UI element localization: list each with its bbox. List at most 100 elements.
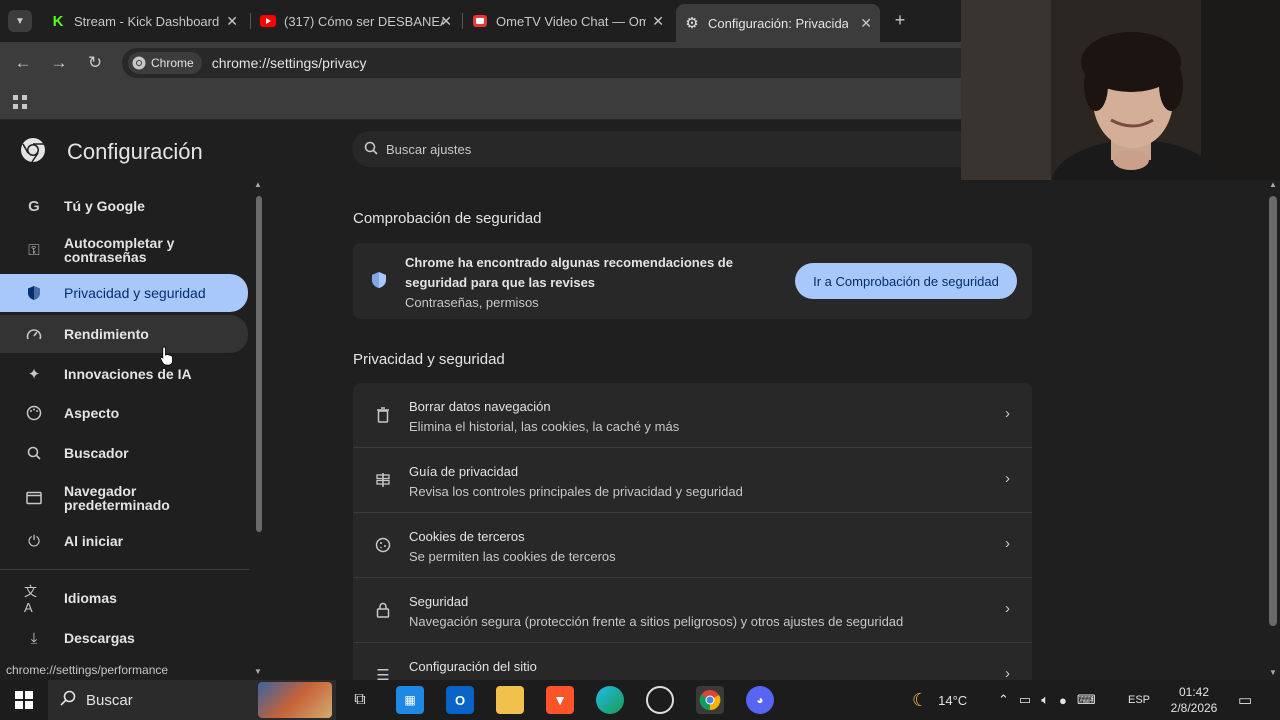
sidebar-item-ai[interactable]: ✦ Innovaciones de IA bbox=[0, 358, 248, 390]
network-icon[interactable]: ▭ bbox=[1019, 692, 1031, 708]
keyboard-icon[interactable]: ⌨ bbox=[1077, 692, 1096, 708]
back-button[interactable]: ← bbox=[12, 52, 34, 74]
microphone-icon[interactable]: ● bbox=[1059, 693, 1067, 708]
safety-check-headline: Chrome ha encontrado algunas recomendaci… bbox=[405, 255, 733, 290]
privacy-row-site-settings[interactable]: ☰ Configuración del sitio › bbox=[353, 643, 1032, 683]
sidebar-item-label: Navegador predeterminado bbox=[64, 483, 170, 513]
tab-kick[interactable]: K Stream - Kick Dashboard ✕ bbox=[42, 6, 246, 36]
chevron-right-icon: › bbox=[1005, 470, 1010, 487]
reload-button[interactable]: ↻ bbox=[84, 52, 106, 74]
search-icon bbox=[60, 690, 76, 710]
chevron-right-icon: › bbox=[1005, 405, 1010, 422]
status-url-bubble: chrome://settings/performance bbox=[0, 660, 175, 680]
search-placeholder: Buscar ajustes bbox=[386, 141, 472, 157]
main-scrollbar[interactable]: ▲ ▼ bbox=[1266, 180, 1280, 680]
chrome-taskbar-icon[interactable] bbox=[696, 686, 724, 714]
key-icon: ⚿ bbox=[28, 241, 40, 259]
sidebar-item-autofill[interactable]: ⚿ Autocompletar y contraseñas bbox=[0, 232, 248, 268]
discord-icon[interactable]: ◕ bbox=[746, 686, 774, 714]
close-icon[interactable]: ✕ bbox=[860, 15, 872, 32]
palette-icon bbox=[24, 403, 44, 423]
brave-icon[interactable]: ▼ bbox=[546, 686, 574, 714]
close-icon[interactable]: ✕ bbox=[226, 13, 238, 30]
sidebar-item-downloads[interactable]: ⤓ Descargas bbox=[0, 622, 248, 654]
safety-check-sub: Contraseñas, permisos bbox=[405, 295, 539, 310]
language-indicator[interactable]: ESP bbox=[1128, 680, 1150, 720]
scroll-up-icon[interactable]: ▲ bbox=[1269, 180, 1277, 189]
file-explorer-icon[interactable] bbox=[496, 686, 524, 714]
speaker-icon[interactable]: 🔈︎ bbox=[1041, 692, 1049, 708]
clock-time: 01:42 bbox=[1178, 685, 1210, 699]
new-tab-button[interactable]: + bbox=[890, 10, 910, 30]
sidebar-item-label: Tú y Google bbox=[64, 198, 145, 214]
scrollbar-thumb[interactable] bbox=[256, 196, 262, 532]
go-to-safety-check-button[interactable]: Ir a Comprobación de seguridad bbox=[795, 263, 1017, 299]
scroll-down-icon[interactable]: ▼ bbox=[254, 667, 262, 676]
row-subtitle: Revisa los controles principales de priv… bbox=[409, 484, 743, 499]
apps-grid-icon[interactable] bbox=[12, 94, 28, 110]
url-text: chrome://settings/privacy bbox=[211, 55, 367, 71]
sidebar-scrollbar[interactable]: ▲ ▼ bbox=[254, 180, 262, 676]
close-icon[interactable]: ✕ bbox=[440, 13, 452, 30]
edge-icon[interactable] bbox=[596, 686, 624, 714]
search-input[interactable]: Buscar ajustes bbox=[352, 131, 1032, 167]
sidebar-item-on-startup[interactable]: ⏻ Al iniciar bbox=[0, 525, 248, 557]
sidebar-item-privacy[interactable]: Privacidad y seguridad bbox=[0, 274, 248, 312]
sidebar-item-languages[interactable]: 文A Idiomas bbox=[0, 582, 248, 615]
chevron-up-icon[interactable]: ⌃ bbox=[998, 692, 1009, 708]
tab-title: (317) Cómo ser DESBANEADO bbox=[284, 13, 444, 29]
row-subtitle: Elimina el historial, las cookies, la ca… bbox=[409, 419, 680, 434]
row-title: Seguridad bbox=[409, 594, 469, 609]
scroll-down-icon[interactable]: ▼ bbox=[1269, 668, 1277, 677]
sidebar-item-label: Autocompletar y contraseñas bbox=[64, 235, 175, 265]
notifications-icon[interactable]: ▭ bbox=[1238, 680, 1252, 720]
taskbar-search[interactable]: Buscar bbox=[48, 680, 336, 720]
back-arrow-icon: ← bbox=[14, 53, 32, 72]
privacy-row-clear-data[interactable]: Borrar datos navegación Elimina el histo… bbox=[353, 383, 1032, 448]
sidebar-item-performance[interactable]: Rendimiento bbox=[0, 315, 248, 353]
obs-icon[interactable] bbox=[646, 686, 674, 714]
sidebar-item-label: Privacidad y seguridad bbox=[64, 285, 206, 301]
tab-title: OmeTV Video Chat — Omegle bbox=[496, 13, 646, 29]
privacy-row-third-party-cookies[interactable]: Cookies de terceros Se permiten las cook… bbox=[353, 513, 1032, 578]
row-subtitle: Se permiten las cookies de terceros bbox=[409, 549, 616, 564]
weather-widget[interactable]: ☾ 14°C bbox=[912, 680, 967, 720]
sidebar-item-search-engine[interactable]: Buscador bbox=[0, 437, 248, 469]
chrome-chip[interactable]: Chrome bbox=[128, 52, 202, 74]
sidebar-item-label: Buscador bbox=[64, 445, 129, 461]
store-icon[interactable]: ▦ bbox=[396, 686, 424, 714]
tab-search-button[interactable]: ▼ bbox=[8, 10, 32, 32]
tab-settings[interactable]: ⚙ Configuración: Privacidad ✕ bbox=[676, 4, 880, 42]
windows-icon bbox=[15, 691, 33, 709]
sidebar-item-you-and-google[interactable]: G Tú y Google bbox=[0, 190, 248, 222]
moon-icon: ☾ bbox=[912, 689, 929, 710]
clock-date: 2/8/2026 bbox=[1170, 701, 1218, 715]
ometv-icon bbox=[472, 13, 488, 29]
privacy-row-security[interactable]: Seguridad Navegación segura (protección … bbox=[353, 578, 1032, 643]
row-title: Cookies de terceros bbox=[409, 529, 525, 544]
power-icon: ⏻ bbox=[28, 532, 40, 550]
close-icon[interactable]: ✕ bbox=[652, 13, 664, 30]
tray-icons: ⌃ ▭ 🔈︎ ● ⌨ bbox=[998, 680, 1096, 720]
tab-ometv[interactable]: OmeTV Video Chat — Omegle ✕ bbox=[464, 6, 672, 36]
outlook-icon[interactable]: O bbox=[446, 686, 474, 714]
privacy-row-privacy-guide[interactable]: Guía de privacidad Revisa los controles … bbox=[353, 448, 1032, 513]
scroll-up-icon[interactable]: ▲ bbox=[254, 180, 262, 189]
task-view-icon[interactable]: ⧉ bbox=[346, 686, 374, 714]
sidebar-item-default-browser[interactable]: Navegador predeterminado bbox=[0, 480, 248, 516]
scrollbar-thumb[interactable] bbox=[1269, 196, 1277, 626]
webcam-overlay bbox=[961, 0, 1280, 180]
privacy-card: Borrar datos navegación Elimina el histo… bbox=[353, 383, 1032, 683]
tab-youtube[interactable]: (317) Cómo ser DESBANEADO ✕ bbox=[252, 6, 460, 36]
windows-start-button[interactable] bbox=[10, 686, 38, 714]
reload-icon: ↻ bbox=[87, 53, 103, 72]
sidebar-item-appearance[interactable]: Aspecto bbox=[0, 397, 248, 429]
youtube-icon bbox=[260, 13, 276, 29]
sidebar-item-label: Al iniciar bbox=[64, 533, 124, 549]
sparkle-icon: ✦ bbox=[27, 366, 41, 383]
sidebar-divider bbox=[0, 569, 250, 570]
browser-icon bbox=[24, 488, 44, 508]
sidebar: G Tú y Google ⚿ Autocompletar y contrase… bbox=[0, 180, 262, 680]
clock[interactable]: 01:42 2/8/2026 bbox=[1164, 680, 1224, 720]
forward-button[interactable]: → bbox=[48, 52, 70, 74]
